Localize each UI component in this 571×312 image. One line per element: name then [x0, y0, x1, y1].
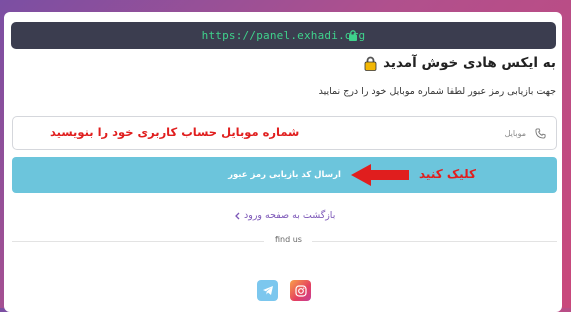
instagram-button[interactable] — [290, 280, 311, 301]
lock-icon — [349, 30, 357, 41]
phone-input[interactable]: موبایل شماره موبایل حساب کاربری خود را ب… — [12, 116, 557, 150]
find-us-label: find us — [275, 235, 302, 244]
url-text: https://panel.exhadi.org — [201, 29, 366, 42]
phone-icon — [535, 128, 546, 139]
telegram-icon — [262, 286, 273, 295]
divider-left — [12, 241, 264, 242]
url-bar[interactable]: https://panel.exhadi.org — [11, 22, 556, 49]
padlock-emoji-icon — [364, 56, 377, 71]
recovery-card: https://panel.exhadi.org به ایکس هادی خو… — [4, 12, 562, 312]
phone-placeholder: موبایل — [504, 129, 526, 138]
click-annotation: کلیک کنید — [419, 167, 476, 181]
telegram-button[interactable] — [257, 280, 278, 301]
chevron-left-icon — [235, 212, 240, 219]
instagram-icon — [294, 284, 307, 297]
title-text: به ایکس هادی خوش آمدید — [383, 55, 556, 71]
subtitle: جهت بازیابی رمز عبور لطفا شماره موبایل خ… — [318, 86, 556, 97]
divider-right — [312, 241, 557, 242]
back-to-login-link[interactable]: بازگشت به صفحه ورود — [234, 210, 335, 221]
back-link-text: بازگشت به صفحه ورود — [244, 210, 336, 221]
page-title: به ایکس هادی خوش آمدید — [364, 55, 556, 71]
red-arrow-annotation — [351, 164, 409, 186]
phone-annotation: شماره موبایل حساب کاربری خود را بنویسید — [50, 125, 300, 139]
send-button-label: ارسال کد بازیابی رمز عبور — [228, 170, 341, 180]
